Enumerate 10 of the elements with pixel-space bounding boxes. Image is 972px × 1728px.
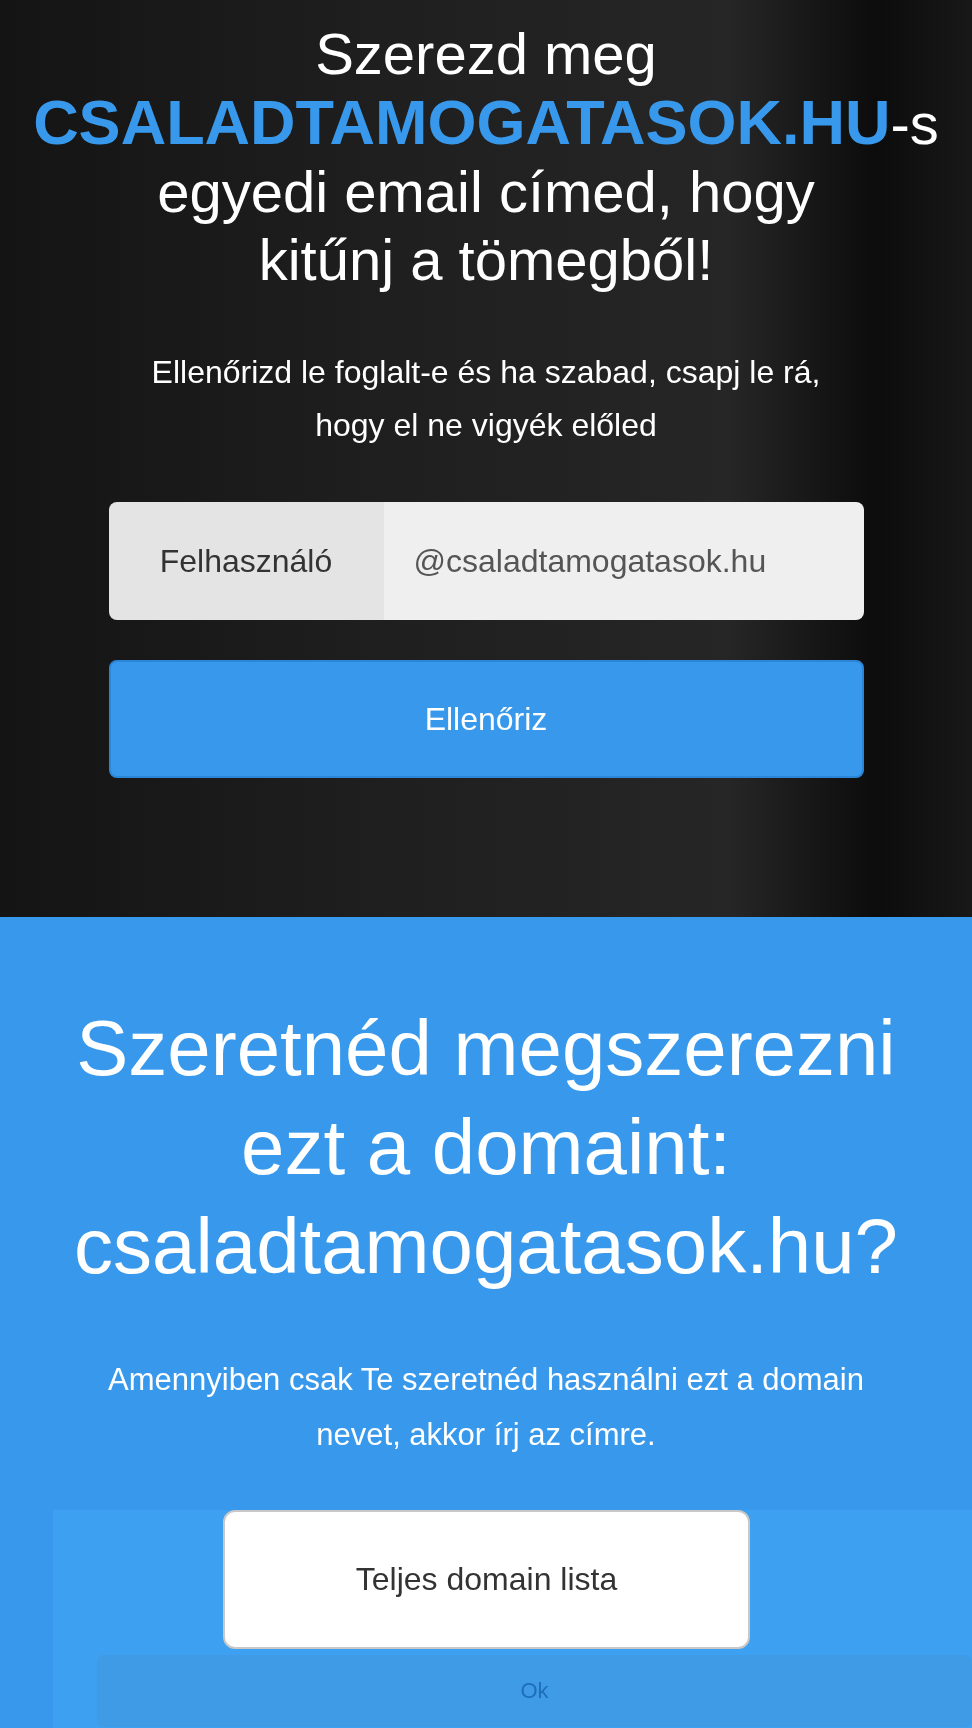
check-button[interactable]: Ellenőriz — [108, 660, 864, 778]
hero-title-end: egyedi email címed, hogy kitűnj a tömegből! — [156, 158, 816, 294]
username-label: Felhasználó — [108, 502, 384, 620]
offer-text: Amennyiben csak Te szeretnéd használni ezt a domain nevet, akkor írj az címre. — [107, 1361, 865, 1454]
hero-title: Szerezd meg — [315, 20, 657, 88]
hero-domain-title: CSALADTAMOGATASOK.HU-s — [32, 88, 940, 158]
email-suffix-field[interactable]: @csaladtamogatasok.hu — [383, 502, 864, 620]
domain-list-button[interactable]: Teljes domain lista — [223, 1510, 750, 1649]
offer-title: Szeretnéd megszerezni ezt a domaint: csaladtamogatasok.hu? — [73, 1003, 899, 1292]
hero-subtitle: Ellenőrizd le foglalt-e és ha szabad, csapj le rá, hogy el ne vigyék előled — [150, 353, 822, 445]
